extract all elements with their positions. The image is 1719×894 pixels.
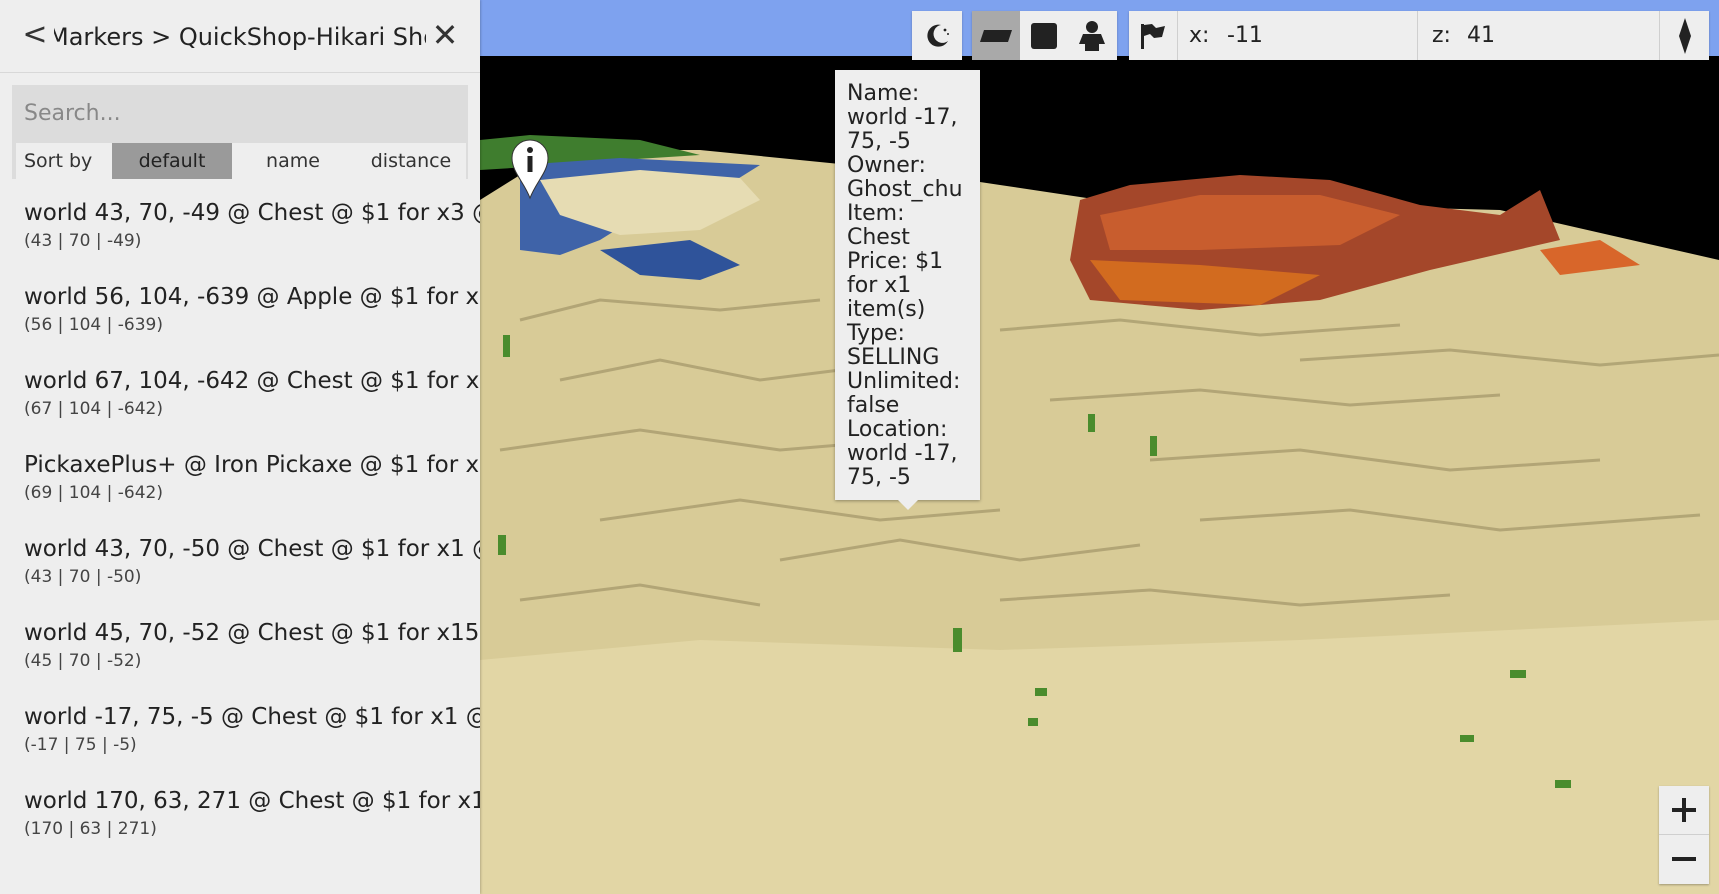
popup-line: Type: (847, 321, 905, 346)
marker-title: world 67, 104, -642 @ Chest @ $1 for x10… (24, 368, 480, 394)
x-coordinate-input[interactable]: -11 (1227, 11, 1387, 60)
popup-line: Item: (847, 201, 905, 226)
close-icon[interactable]: ✕ (428, 18, 462, 52)
flat-view-icon[interactable] (972, 11, 1020, 60)
plus-icon[interactable] (1659, 786, 1709, 835)
position-toolbar-group: x: -11 z: 41 (1129, 11, 1709, 60)
popup-arrow (898, 500, 918, 510)
popup-line: item(s) (847, 297, 926, 322)
sort-distance-button[interactable]: distance (354, 143, 468, 179)
popup-line: world -17, (847, 441, 958, 466)
marker-list: world 43, 70, -49 @ Chest @ $1 for x3 @ … (0, 196, 480, 868)
popup-line: 75, -5 (847, 129, 911, 154)
popup-line: false (847, 393, 900, 418)
sort-name-button[interactable]: name (236, 143, 350, 179)
marker-coords: (56 | 104 | -639) (24, 315, 163, 335)
chevron-left-icon[interactable]: < (18, 18, 52, 52)
info-marker-icon[interactable] (510, 138, 550, 200)
marker-title: world 43, 70, -50 @ Chest @ $1 for x1 @ … (24, 536, 480, 562)
marker-title: world 170, 63, 271 @ Chest @ $1 for x1 @… (24, 788, 480, 814)
marker-title: world 43, 70, -49 @ Chest @ $1 for x3 @ … (24, 200, 480, 226)
x-coordinate-label: x: (1189, 23, 1210, 48)
popup-line: Location: (847, 417, 948, 442)
marker-coords: (-17 | 75 | -5) (24, 735, 137, 755)
popup-line: for x1 (847, 273, 912, 298)
popup-line: Owner: (847, 153, 926, 178)
search-panel: Sort by default name distance (12, 85, 468, 179)
popup-line: Chest (847, 225, 910, 250)
list-item[interactable]: world 45, 70, -52 @ Chest @ $1 for x15 @… (0, 616, 480, 700)
sort-default-button[interactable]: default (112, 143, 232, 179)
z-coordinate-input[interactable]: 41 (1467, 11, 1627, 60)
compass-icon[interactable] (1661, 11, 1709, 60)
marker-coords: (67 | 104 | -642) (24, 399, 163, 419)
breadcrumb: Markers > QuickShop-Hikari Shop (54, 20, 426, 54)
popup-line: Ghost_chu (847, 177, 963, 202)
list-item[interactable]: world 43, 70, -50 @ Chest @ $1 for x1 @ … (0, 532, 480, 616)
flag-icon[interactable] (1129, 11, 1177, 60)
marker-coords: (69 | 104 | -642) (24, 483, 163, 503)
popup-line: 75, -5 (847, 465, 911, 490)
night-toolbar-group (912, 11, 962, 60)
marker-title: world 45, 70, -52 @ Chest @ $1 for x15 @ (24, 620, 480, 646)
popup-line: Unlimited: (847, 369, 961, 394)
list-item[interactable]: world 170, 63, 271 @ Chest @ $1 for x1 @… (0, 784, 480, 868)
popup-line: Price: $1 (847, 249, 944, 274)
perspective-view-icon[interactable] (1020, 11, 1068, 60)
popup-line: Name: (847, 81, 920, 106)
free-flight-icon[interactable] (1068, 11, 1116, 60)
marker-title: world 56, 104, -639 @ Apple @ $1 for x1 … (24, 284, 480, 310)
marker-coords: (170 | 63 | 271) (24, 819, 157, 839)
popup-line: world -17, (847, 105, 958, 130)
list-item[interactable]: world -17, 75, -5 @ Chest @ $1 for x1 @ … (0, 700, 480, 784)
marker-title: world -17, 75, -5 @ Chest @ $1 for x1 @ … (24, 704, 480, 730)
sort-row: Sort by default name distance (16, 143, 466, 179)
sort-label: Sort by (24, 150, 93, 172)
markers-sidebar: < Markers > QuickShop-Hikari Shop ✕ Sort… (0, 0, 480, 894)
moon-icon[interactable] (913, 11, 961, 60)
marker-coords: (43 | 70 | -50) (24, 567, 142, 587)
marker-coords: (43 | 70 | -49) (24, 231, 142, 251)
sidebar-header: < Markers > QuickShop-Hikari Shop ✕ (0, 0, 480, 73)
breadcrumb-text: Markers > QuickShop-Hikari Shop (54, 23, 426, 51)
search-input[interactable] (12, 85, 468, 141)
minus-icon[interactable] (1659, 835, 1709, 883)
list-item[interactable]: world 43, 70, -49 @ Chest @ $1 for x3 @ … (0, 196, 480, 280)
z-coordinate-label: z: (1432, 23, 1451, 48)
shop-popup: Name: world -17, 75, -5 Owner: Ghost_chu Item… (835, 70, 980, 500)
list-item[interactable]: PickaxePlus+ @ Iron Pickaxe @ $1 for x12… (0, 448, 480, 532)
list-item[interactable]: world 56, 104, -639 @ Apple @ $1 for x1 … (0, 280, 480, 364)
list-item[interactable]: world 67, 104, -642 @ Chest @ $1 for x10… (0, 364, 480, 448)
popup-line: SELLING (847, 345, 940, 370)
zoom-controls (1659, 786, 1709, 884)
view-mode-group (972, 11, 1117, 60)
marker-coords: (45 | 70 | -52) (24, 651, 142, 671)
marker-title: PickaxePlus+ @ Iron Pickaxe @ $1 for x12 (24, 452, 480, 478)
